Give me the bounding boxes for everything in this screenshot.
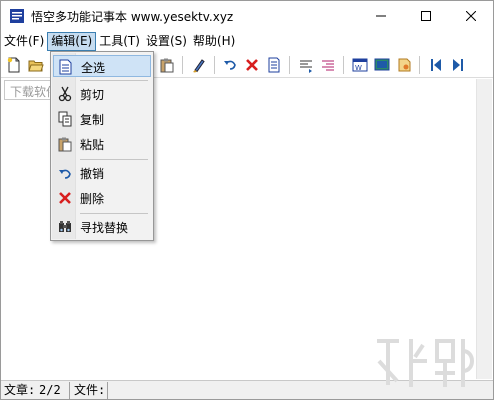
- word-button[interactable]: W: [351, 56, 369, 74]
- toolbar-separator: [289, 56, 290, 74]
- watermark-logo: [377, 339, 474, 387]
- menu-edit[interactable]: 编辑(E): [47, 32, 97, 51]
- open-folder-icon: [28, 60, 44, 72]
- toolbar-separator: [419, 56, 420, 74]
- menu-bar: 文件(F) 编辑(E) 工具(T) 设置(S) 帮助(H): [1, 32, 493, 51]
- close-icon: [465, 11, 476, 21]
- delete-icon: [57, 190, 73, 206]
- menu-item-delete[interactable]: 删除: [53, 187, 151, 209]
- word-icon: W: [352, 58, 368, 72]
- binoculars-icon: [57, 219, 73, 235]
- menu-item-label: 全选: [81, 61, 106, 75]
- delete-icon: [246, 59, 258, 71]
- first-page-button[interactable]: [427, 56, 445, 74]
- edit-menu-dropdown: 全选 剪切 复制 粘贴 撤销 删除 寻找替换: [50, 51, 154, 241]
- window-title: 悟空多功能记事本 www.yesektv.xyz: [31, 10, 234, 24]
- undo-icon: [224, 60, 236, 70]
- new-file-button[interactable]: [5, 56, 23, 74]
- menu-item-copy[interactable]: 复制: [53, 108, 151, 130]
- menu-item-cut[interactable]: 剪切: [53, 83, 151, 105]
- open-button[interactable]: [27, 56, 45, 74]
- svg-text:W: W: [355, 64, 362, 72]
- maximize-icon: [420, 11, 431, 21]
- screen-button[interactable]: [373, 56, 391, 74]
- document-icon: [268, 57, 280, 73]
- undo-icon: [57, 165, 73, 181]
- close-button[interactable]: [448, 1, 493, 31]
- copy-icon: [57, 111, 73, 127]
- toolbar-separator: [182, 56, 183, 74]
- first-page-icon: [431, 59, 441, 71]
- menu-item-label: 删除: [80, 192, 105, 206]
- menu-item-select-all[interactable]: 全选: [53, 55, 151, 77]
- menu-separator: [80, 159, 148, 160]
- paste-icon: [57, 136, 73, 152]
- status-divider: [107, 382, 108, 399]
- minimize-button[interactable]: [358, 1, 403, 31]
- undo-toolbar-button[interactable]: [221, 56, 239, 74]
- menu-item-label: 复制: [80, 113, 105, 127]
- screen-icon: [374, 58, 390, 71]
- menu-item-label: 粘贴: [80, 138, 105, 152]
- new-file-icon: [7, 57, 20, 73]
- menu-item-find-replace[interactable]: 寻找替换: [53, 216, 151, 238]
- menu-separator: [80, 213, 148, 214]
- app-logo-icon: [10, 9, 24, 23]
- menu-tools[interactable]: 工具(T): [96, 32, 143, 51]
- minimize-icon: [375, 15, 386, 17]
- title-bar: 悟空多功能记事本 www.yesektv.xyz: [1, 1, 493, 31]
- menu-separator: [80, 80, 148, 81]
- status-article-value: 2/2: [39, 383, 61, 397]
- document-button[interactable]: [265, 56, 283, 74]
- status-file-label: 文件:: [74, 383, 106, 397]
- toolbar-separator: [214, 56, 215, 74]
- align-left-button[interactable]: [297, 56, 315, 74]
- paste-toolbar-button[interactable]: [158, 56, 176, 74]
- menu-item-label: 寻找替换: [80, 221, 129, 235]
- select-all-icon: [58, 59, 74, 75]
- menu-item-paste[interactable]: 粘贴: [53, 133, 151, 155]
- menu-item-label: 剪切: [80, 88, 105, 102]
- menu-item-undo[interactable]: 撤销: [53, 162, 151, 184]
- note-button[interactable]: [395, 56, 413, 74]
- maximize-button[interactable]: [403, 1, 448, 31]
- app-window: 悟空多功能记事本 www.yesektv.xyz 文件(F) 编辑(E) 工具(…: [0, 0, 494, 400]
- format-brush-icon: [193, 59, 205, 73]
- note-icon: [398, 58, 411, 72]
- menu-file[interactable]: 文件(F): [1, 32, 47, 51]
- paste-icon: [160, 58, 174, 73]
- align-left-icon: [300, 60, 312, 73]
- align-right-icon: [322, 60, 334, 71]
- delete-toolbar-button[interactable]: [243, 56, 261, 74]
- scissors-icon: [57, 86, 73, 102]
- align-right-button[interactable]: [319, 56, 337, 74]
- menu-settings[interactable]: 设置(S): [143, 32, 190, 51]
- last-page-icon: [453, 59, 463, 71]
- last-page-button[interactable]: [449, 56, 467, 74]
- status-divider: [69, 382, 70, 399]
- menu-help[interactable]: 帮助(H): [190, 32, 238, 51]
- toolbar-separator: [343, 56, 344, 74]
- menu-item-label: 撤销: [80, 167, 105, 181]
- status-article-label: 文章:: [4, 383, 36, 397]
- format-brush-button[interactable]: [190, 56, 208, 74]
